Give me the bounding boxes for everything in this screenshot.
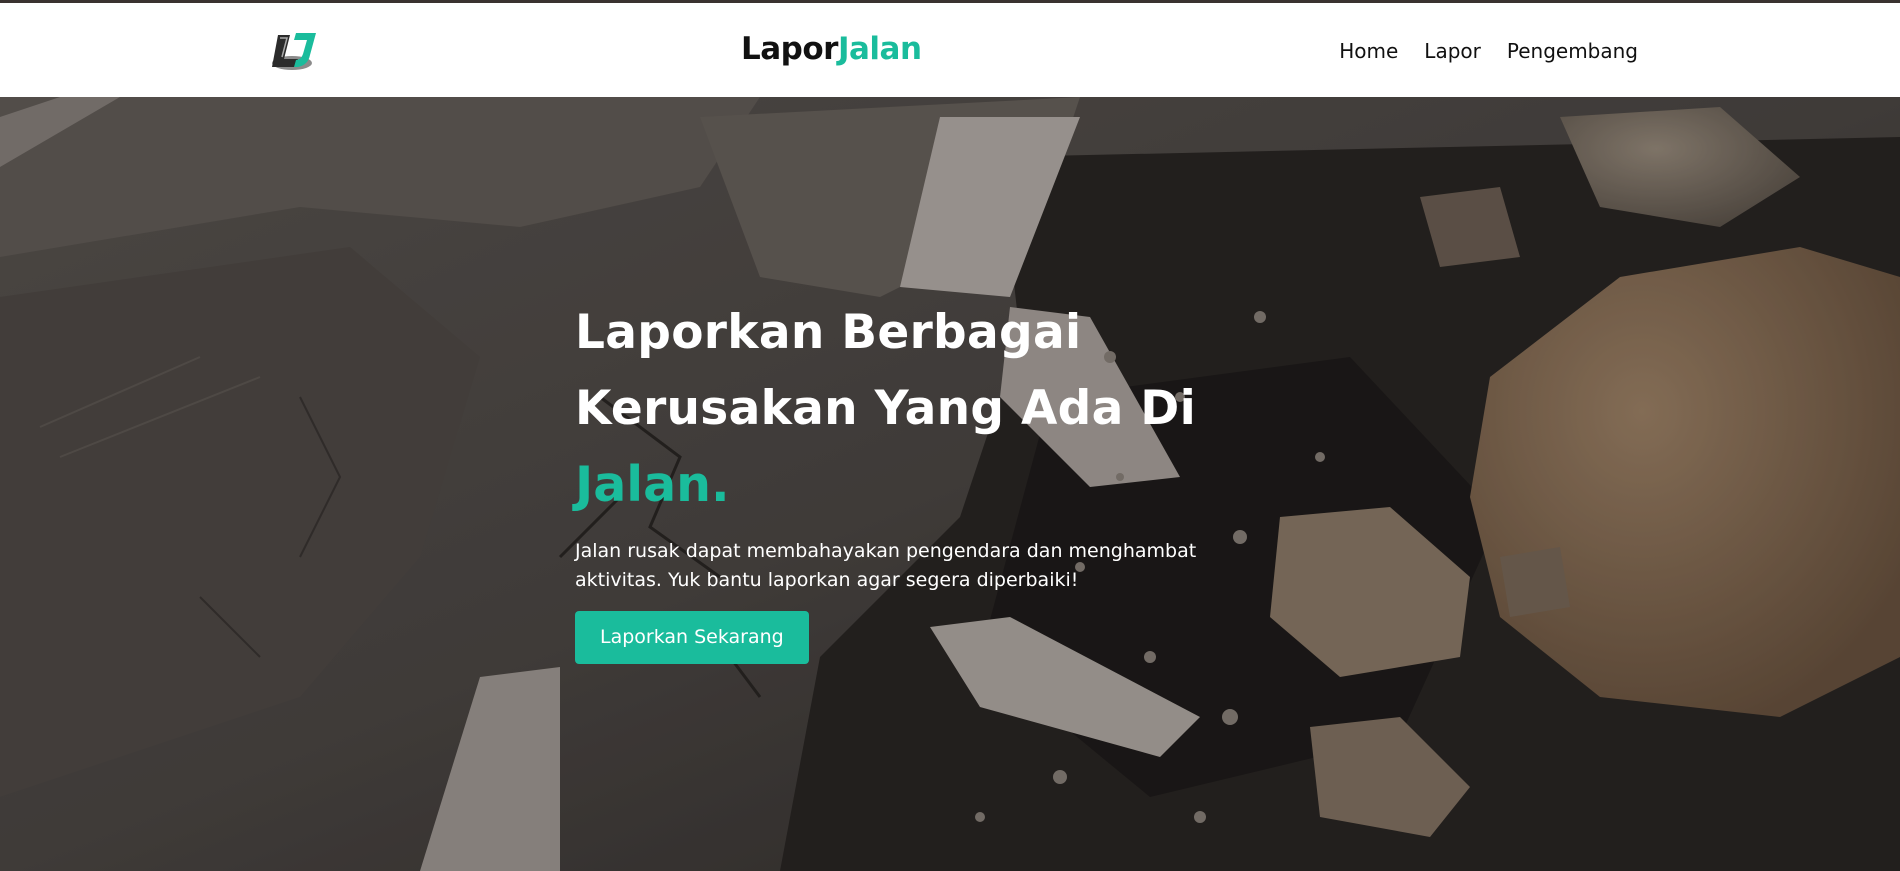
hero-title-line-1: Laporkan Berbagai <box>575 305 1082 360</box>
hero-title-accent: Jalan. <box>575 456 730 513</box>
nav-menu: Home Lapor Pengembang <box>1339 39 1638 63</box>
hero-title-line-2: Kerusakan Yang Ada Di <box>575 381 1197 436</box>
laporjalan-logo-icon[interactable] <box>268 29 322 73</box>
nav-link-lapor[interactable]: Lapor <box>1424 39 1481 63</box>
brand-title[interactable]: LaporJalan <box>741 31 922 67</box>
hero-content: Laporkan Berbagai Kerusakan Yang Ada Di … <box>575 295 1295 664</box>
brand-part-lapor: Lapor <box>741 31 838 67</box>
nav-link-home[interactable]: Home <box>1339 39 1398 63</box>
report-now-button[interactable]: Laporkan Sekarang <box>575 611 809 664</box>
navbar: LaporJalan Home Lapor Pengembang <box>0 3 1900 97</box>
hero-description: Jalan rusak dapat membahayakan pengendar… <box>575 540 1197 591</box>
hero-section: Laporkan Berbagai Kerusakan Yang Ada Di … <box>0 97 1900 871</box>
hero-title: Laporkan Berbagai Kerusakan Yang Ada Di <box>575 295 1295 447</box>
brand-part-jalan: Jalan <box>837 31 922 67</box>
nav-link-pengembang[interactable]: Pengembang <box>1507 39 1638 63</box>
